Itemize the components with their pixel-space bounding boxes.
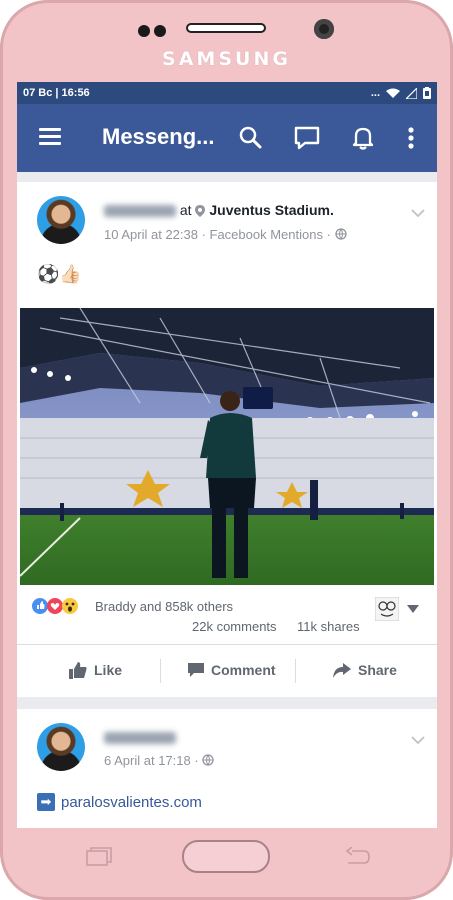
post-timestamp[interactable]: 10 April at 22:38 · Facebook Mentions · <box>104 227 331 242</box>
divider <box>160 659 161 683</box>
link-text: paralosvalientes.com <box>61 793 202 811</box>
app-bar: Messeng... <box>17 104 437 172</box>
comment-label: Comment <box>211 662 276 678</box>
reactions-summary[interactable]: Braddy and 858k others 22k comments 11k … <box>17 595 437 645</box>
app-title: Messeng... <box>102 124 215 149</box>
reaction-emojis-icon <box>32 598 78 614</box>
post-photo-stadium[interactable] <box>20 308 434 585</box>
back-icon[interactable] <box>344 847 370 867</box>
post-actions: Like Comment Share <box>17 644 437 695</box>
share-label: Share <box>358 662 397 678</box>
hamburger-icon[interactable] <box>39 128 61 146</box>
phone-frame: SAMSUNG 07 Bc | 16:56 ... Messeng... at … <box>0 0 453 900</box>
post-card: at Juventus Stadium. 10 April at 22:38 ·… <box>17 182 437 697</box>
divider <box>295 659 296 683</box>
post-header: at Juventus Stadium. <box>104 202 334 218</box>
comment-button[interactable]: Comment <box>188 645 276 695</box>
post-timestamp[interactable]: 6 April at 17:18 · <box>104 753 199 768</box>
chevron-down-icon[interactable] <box>411 206 425 220</box>
arrow-right-icon: ➡ <box>37 793 55 811</box>
screen: 07 Bc | 16:56 ... Messeng... at Juventus… <box>17 82 437 828</box>
post-header <box>104 729 176 745</box>
signal-icon <box>406 87 417 99</box>
sensor-dots <box>138 24 172 37</box>
location-pin-icon <box>195 205 206 218</box>
globe-icon <box>334 228 347 240</box>
bell-icon[interactable] <box>349 124 377 152</box>
comments-count[interactable]: 22k comments <box>192 619 277 634</box>
status-bar: 07 Bc | 16:56 ... <box>17 82 437 104</box>
avatar[interactable] <box>37 723 85 771</box>
globe-icon <box>202 754 214 766</box>
status-icons: ... <box>371 85 431 101</box>
reaction-dropdown-icon[interactable] <box>407 605 419 613</box>
like-thumb-icon <box>69 661 87 679</box>
post-meta: 6 April at 17:18 · <box>104 753 214 768</box>
notification-dots: ... <box>370 87 380 99</box>
post-card: 6 April at 17:18 · ➡ paralosvalientes.co… <box>17 709 437 828</box>
search-icon[interactable] <box>237 124 265 152</box>
brand-logo: SAMSUNG <box>162 48 291 70</box>
like-label: Like <box>94 662 123 678</box>
comment-icon <box>188 662 204 677</box>
post-meta: 10 April at 22:38 · Facebook Mentions · <box>104 227 347 242</box>
post-body-text: ⚽👍🏻 <box>37 264 82 284</box>
avatar[interactable] <box>37 196 85 244</box>
location-name[interactable]: Juventus Stadium. <box>209 202 333 218</box>
recent-apps-icon[interactable] <box>86 847 112 867</box>
earpiece-speaker <box>186 23 266 33</box>
more-vert-icon[interactable] <box>397 124 425 152</box>
commenter-avatar-icon[interactable] <box>375 597 399 621</box>
wifi-icon <box>386 88 400 98</box>
home-button[interactable] <box>182 840 270 873</box>
shares-count[interactable]: 11k shares <box>297 619 360 634</box>
share-arrow-icon <box>333 662 351 678</box>
author-name-blurred[interactable] <box>104 205 176 218</box>
chat-bubble-icon[interactable] <box>293 124 321 152</box>
status-carrier-time: 07 Bc | 16:56 <box>23 87 90 99</box>
like-button[interactable]: Like <box>69 645 122 695</box>
author-at: at <box>179 202 192 218</box>
front-camera <box>314 19 334 39</box>
reactions-count[interactable]: Braddy and 858k others <box>95 599 233 614</box>
hardware-keys <box>0 828 453 900</box>
post-link[interactable]: ➡ paralosvalientes.com <box>37 793 202 811</box>
phone-top-bezel: SAMSUNG <box>0 0 453 82</box>
author-name-blurred[interactable] <box>104 732 176 745</box>
chevron-down-icon[interactable] <box>411 733 425 747</box>
share-button[interactable]: Share <box>333 645 397 695</box>
battery-icon <box>423 87 431 99</box>
